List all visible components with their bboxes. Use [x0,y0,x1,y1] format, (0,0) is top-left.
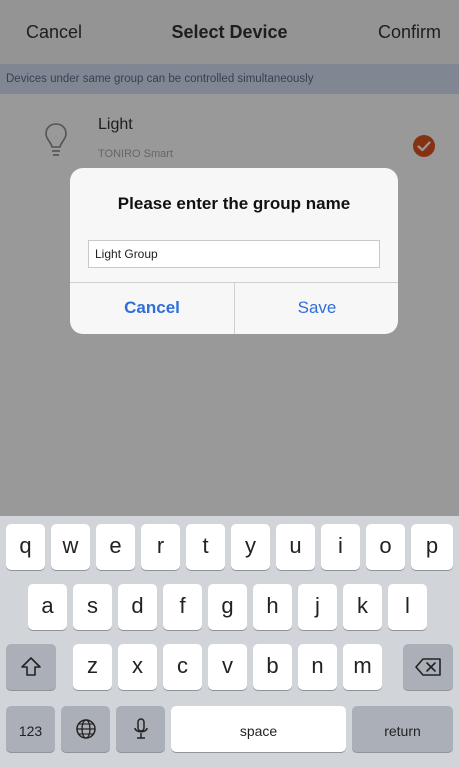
key-p[interactable]: p [411,524,453,570]
numbers-key-label: 123 [18,723,43,739]
key-z[interactable]: z [73,644,112,690]
screen: Cancel Select Device Confirm Devices und… [0,0,459,767]
key-w[interactable]: w [51,524,90,570]
space-key-label: space [239,723,278,739]
key-v[interactable]: v [208,644,247,690]
key-m[interactable]: m [343,644,382,690]
shift-key[interactable] [6,644,56,690]
key-k[interactable]: k [343,584,382,630]
key-u[interactable]: u [276,524,315,570]
key-c[interactable]: c [163,644,202,690]
key-n[interactable]: n [298,644,337,690]
return-key-label: return [384,723,421,739]
shift-icon [21,657,41,676]
key-x[interactable]: x [118,644,157,690]
globe-key[interactable] [61,706,110,752]
group-name-input[interactable]: Light Group [88,240,380,268]
key-s[interactable]: s [73,584,112,630]
key-f[interactable]: f [163,584,202,630]
key-t[interactable]: t [186,524,225,570]
key-i[interactable]: i [321,524,360,570]
key-d[interactable]: d [118,584,157,630]
key-y[interactable]: y [231,524,270,570]
key-r[interactable]: r [141,524,180,570]
key-g[interactable]: g [208,584,247,630]
return-key[interactable]: return [352,706,453,752]
backspace-key[interactable] [403,644,453,690]
key-a[interactable]: a [28,584,67,630]
globe-icon [76,719,96,739]
key-h[interactable]: h [253,584,292,630]
key-e[interactable]: e [96,524,135,570]
group-name-dialog: Please enter the group name Light Group … [70,168,398,334]
key-o[interactable]: o [366,524,405,570]
backspace-icon [415,658,441,676]
key-l[interactable]: l [388,584,427,630]
keyboard: q w e r t y u i o p a s d f g h j k l z … [0,516,459,767]
microphone-icon [134,718,148,739]
dialog-cancel-button[interactable]: Cancel [70,282,234,334]
key-j[interactable]: j [298,584,337,630]
key-b[interactable]: b [253,644,292,690]
space-key[interactable]: space [171,706,346,752]
dialog-save-button[interactable]: Save [235,282,398,334]
dialog-title: Please enter the group name [117,194,351,213]
dictation-key[interactable] [116,706,165,752]
numbers-key[interactable]: 123 [6,706,55,752]
key-q[interactable]: q [6,524,45,570]
